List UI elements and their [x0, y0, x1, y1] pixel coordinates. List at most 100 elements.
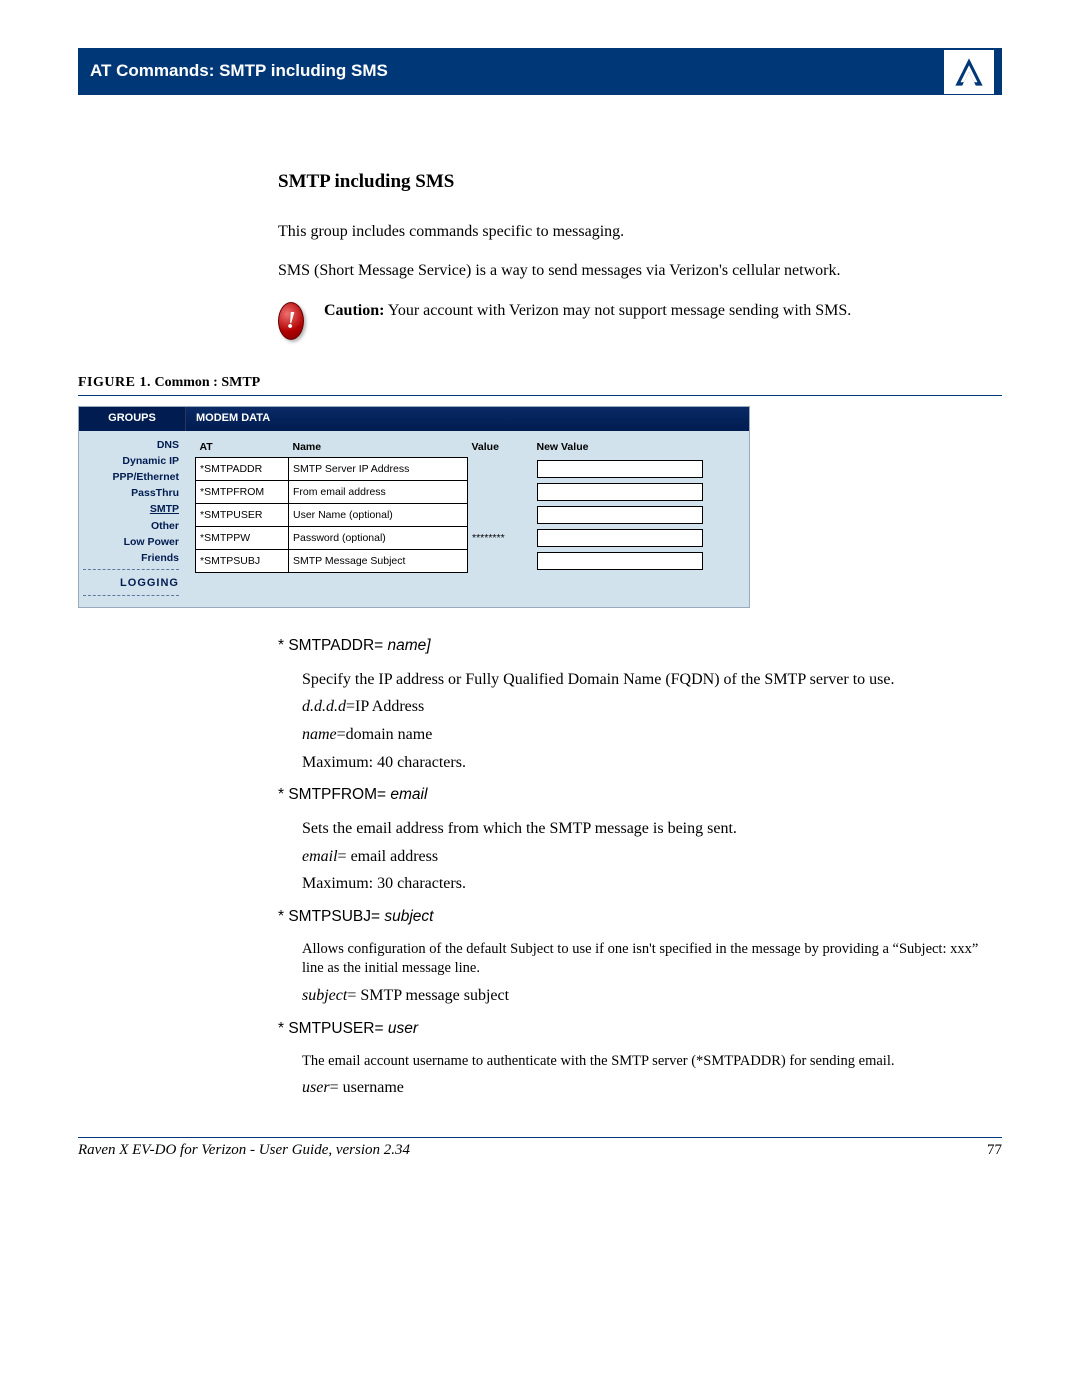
cmd-name: * SMTPSUBJ= — [278, 908, 384, 925]
cmd-smtpfrom: * SMTPFROM= email Sets the email address… — [278, 785, 1002, 895]
sidebar-item-dns[interactable]: DNS — [83, 437, 179, 453]
cmd-name: * SMTPADDR= — [278, 637, 388, 654]
cell-new-value — [533, 457, 739, 480]
cell-at: *SMTPFROM — [196, 480, 289, 503]
cmd-body: Allows configuration of the default Subj… — [278, 940, 1002, 1007]
page-number: 77 — [987, 1142, 1002, 1159]
settings-table: AT Name Value New Value *SMTPADDR SMTP S… — [185, 431, 749, 607]
cell-name: SMTP Server IP Address — [289, 457, 468, 480]
cmd-param: email= email address — [302, 846, 1002, 868]
brand-logo-box — [944, 49, 994, 94]
cmd-arg: user — [388, 1020, 418, 1037]
sidebar-item-passthru[interactable]: PassThru — [83, 485, 179, 501]
new-value-input[interactable] — [537, 460, 703, 478]
cmd-heading: * SMTPUSER= user — [278, 1019, 1002, 1040]
sidebar-item-smtp[interactable]: SMTP — [83, 501, 179, 517]
cmd-body: Specify the IP address or Fully Qualifie… — [278, 669, 1002, 773]
cell-new-value — [533, 503, 739, 526]
table-row: *SMTPSUBJ SMTP Message Subject — [196, 549, 739, 572]
sidebar-item-other[interactable]: Other — [83, 518, 179, 534]
cmd-heading: * SMTPFROM= email — [278, 785, 1002, 806]
cell-value — [468, 457, 533, 480]
cell-name: Password (optional) — [289, 526, 468, 549]
cmd-note: Maximum: 30 characters. — [302, 873, 1002, 895]
col-name: Name — [289, 437, 468, 458]
panel-body: DNS Dynamic IP PPP/Ethernet PassThru SMT… — [79, 431, 749, 607]
modem-data-header: MODEM DATA — [185, 407, 749, 431]
table-header-row: AT Name Value New Value — [196, 437, 739, 458]
brand-logo-icon — [952, 55, 986, 89]
col-value: Value — [468, 437, 533, 458]
table-row: *SMTPADDR SMTP Server IP Address — [196, 457, 739, 480]
cmd-name: * SMTPFROM= — [278, 786, 390, 803]
cell-name: SMTP Message Subject — [289, 549, 468, 572]
col-at: AT — [196, 437, 289, 458]
cell-new-value — [533, 549, 739, 572]
table-row: *SMTPFROM From email address — [196, 480, 739, 503]
table-row: *SMTPPW Password (optional) ******** — [196, 526, 739, 549]
figure-label: FIGURE 1. — [78, 375, 151, 390]
figure-caption: FIGURE 1. Common : SMTP — [78, 374, 1002, 393]
figure-caption-text: Common : SMTP — [151, 375, 260, 390]
cmd-heading: * SMTPSUBJ= subject — [278, 907, 1002, 928]
cmd-smtpsubj: * SMTPSUBJ= subject Allows configuration… — [278, 907, 1002, 1007]
header-title: AT Commands: SMTP including SMS — [90, 61, 388, 81]
caution-text: Caution: Your account with Verizon may n… — [324, 300, 851, 322]
cell-value — [468, 480, 533, 503]
sidebar-item-low-power[interactable]: Low Power — [83, 534, 179, 550]
cmd-arg: email — [390, 786, 427, 803]
cell-name: User Name (optional) — [289, 503, 468, 526]
cmd-desc: Specify the IP address or Fully Qualifie… — [302, 669, 1002, 691]
groups-sidebar: DNS Dynamic IP PPP/Ethernet PassThru SMT… — [79, 431, 185, 607]
cell-value — [468, 549, 533, 572]
panel-header: GROUPS MODEM DATA — [79, 407, 749, 431]
cell-at: *SMTPPW — [196, 526, 289, 549]
page: AT Commands: SMTP including SMS SMTP inc… — [0, 0, 1080, 1189]
sidebar-item-ppp-ethernet[interactable]: PPP/Ethernet — [83, 469, 179, 485]
cell-at: *SMTPADDR — [196, 457, 289, 480]
intro-paragraph-1: This group includes commands specific to… — [278, 221, 1002, 243]
sidebar-item-friends[interactable]: Friends — [83, 550, 179, 566]
cmd-body: The email account username to authentica… — [278, 1052, 1002, 1099]
cell-value: ******** — [468, 526, 533, 549]
section-title: SMTP including SMS — [278, 169, 1002, 195]
sidebar-item-dynamic-ip[interactable]: Dynamic IP — [83, 453, 179, 469]
cell-at: *SMTPSUBJ — [196, 549, 289, 572]
cell-name: From email address — [289, 480, 468, 503]
cell-at: *SMTPUSER — [196, 503, 289, 526]
new-value-input[interactable] — [537, 529, 703, 547]
cell-value — [468, 503, 533, 526]
sidebar-item-logging[interactable]: LOGGING — [83, 575, 179, 592]
sidebar-separator — [83, 569, 179, 572]
intro-paragraph-2: SMS (Short Message Service) is a way to … — [278, 260, 1002, 282]
page-footer: Raven X EV-DO for Verizon - User Guide, … — [78, 1137, 1002, 1159]
cmd-param: user= username — [302, 1077, 1002, 1099]
new-value-input[interactable] — [537, 483, 703, 501]
cmd-heading: * SMTPADDR= name] — [278, 636, 1002, 657]
caution-label: Caution: — [324, 302, 384, 319]
cmd-arg: name] — [388, 637, 431, 654]
sidebar-separator — [83, 595, 179, 598]
cmd-smtpuser: * SMTPUSER= user The email account usern… — [278, 1019, 1002, 1099]
cmd-arg: subject — [384, 908, 433, 925]
cmd-body: Sets the email address from which the SM… — [278, 818, 1002, 895]
cell-new-value — [533, 480, 739, 503]
cmd-desc: Sets the email address from which the SM… — [302, 818, 1002, 840]
cmd-desc: Allows configuration of the default Subj… — [302, 940, 1002, 979]
cmd-note: Maximum: 40 characters. — [302, 752, 1002, 774]
cmd-param: subject= SMTP message subject — [302, 985, 1002, 1007]
content-area: SMTP including SMS This group includes c… — [78, 95, 1002, 1099]
col-new-value: New Value — [533, 437, 739, 458]
new-value-input[interactable] — [537, 506, 703, 524]
cmd-param: d.d.d.d=IP Address — [302, 696, 1002, 718]
cmd-param: name=domain name — [302, 724, 1002, 746]
modem-config-panel: GROUPS MODEM DATA DNS Dynamic IP PPP/Eth… — [78, 406, 750, 608]
table-row: *SMTPUSER User Name (optional) — [196, 503, 739, 526]
new-value-input[interactable] — [537, 552, 703, 570]
header-bar: AT Commands: SMTP including SMS — [78, 48, 1002, 94]
caution-body: Your account with Verizon may not suppor… — [384, 302, 851, 319]
cmd-name: * SMTPUSER= — [278, 1020, 388, 1037]
cmd-desc: The email account username to authentica… — [302, 1052, 1002, 1072]
warning-icon: ! — [278, 302, 306, 344]
groups-header: GROUPS — [79, 407, 185, 431]
